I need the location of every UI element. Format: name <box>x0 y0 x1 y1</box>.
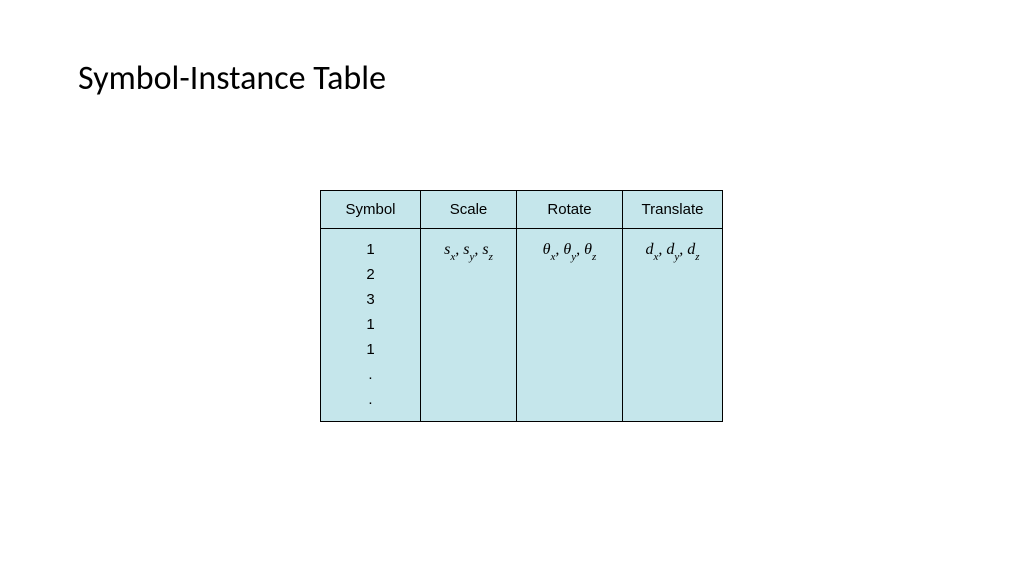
cell-symbol: 1 2 3 1 1 . . <box>321 229 421 422</box>
table-header-row: Symbol Scale Rotate Translate <box>321 191 723 229</box>
symbol-list: 1 2 3 1 1 . . <box>331 239 410 409</box>
header-translate: Translate <box>623 191 723 229</box>
table-body-row: 1 2 3 1 1 . . sx, sy, sz θx, θy, θz <box>321 229 723 422</box>
symbol-value: 1 <box>366 316 374 334</box>
cell-rotate: θx, θy, θz <box>517 229 623 422</box>
cell-scale: sx, sy, sz <box>421 229 517 422</box>
symbol-value: 1 <box>366 241 374 259</box>
header-rotate: Rotate <box>517 191 623 229</box>
translate-math: dx, dy, dz <box>633 239 712 261</box>
cell-translate: dx, dy, dz <box>623 229 723 422</box>
symbol-value: . <box>368 391 372 409</box>
symbol-instance-table: Symbol Scale Rotate Translate 1 2 3 1 1 … <box>320 190 723 422</box>
scale-math: sx, sy, sz <box>431 239 506 261</box>
header-scale: Scale <box>421 191 517 229</box>
symbol-instance-table-wrapper: Symbol Scale Rotate Translate 1 2 3 1 1 … <box>320 190 723 422</box>
symbol-value: 2 <box>366 266 374 284</box>
symbol-value: . <box>368 366 372 384</box>
symbol-value: 1 <box>366 341 374 359</box>
header-symbol: Symbol <box>321 191 421 229</box>
rotate-math: θx, θy, θz <box>527 239 612 261</box>
page-title: Symbol-Instance Table <box>78 58 386 99</box>
symbol-value: 3 <box>366 291 374 309</box>
